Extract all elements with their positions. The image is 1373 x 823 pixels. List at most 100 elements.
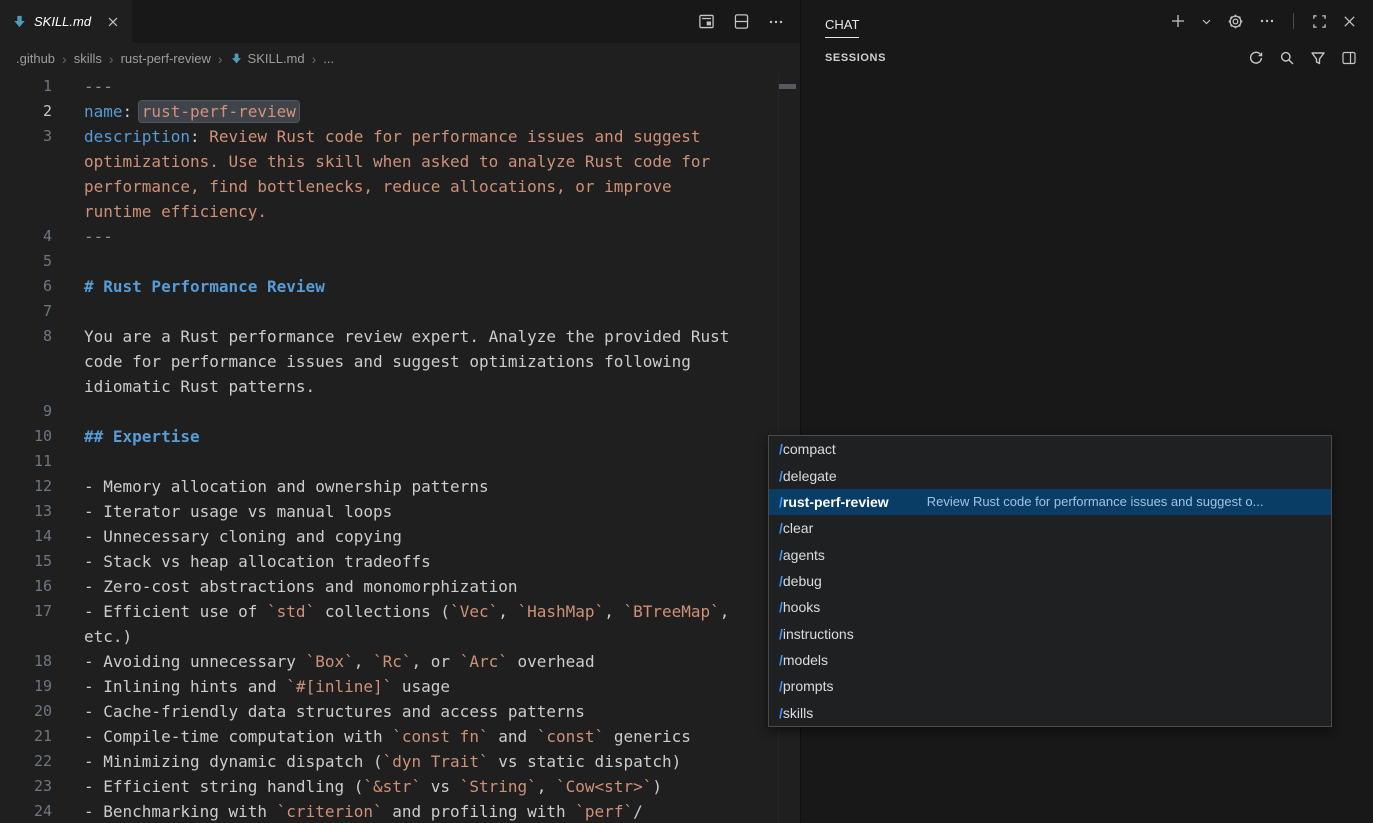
- new-chat-icon[interactable]: [1170, 13, 1186, 29]
- command-item-debug[interactable]: /debug: [769, 568, 1331, 594]
- tab-chat[interactable]: CHAT: [825, 5, 859, 38]
- line-content: - Benchmarking with `criterion` and prof…: [84, 799, 643, 823]
- code-token: ,: [354, 652, 373, 671]
- code-line[interactable]: performance, find bottlenecks, reduce al…: [0, 174, 800, 199]
- code-token: `perf`: [575, 802, 633, 821]
- line-content: optimizations. Use this skill when asked…: [84, 149, 710, 174]
- command-item-models[interactable]: /models: [769, 647, 1331, 673]
- code-line[interactable]: idiomatic Rust patterns.: [0, 374, 800, 399]
- chat-panel-header: CHAT: [801, 0, 1373, 42]
- line-content: - Avoiding unnecessary `Box`, `Rc`, or `…: [84, 649, 595, 674]
- close-panel-icon[interactable]: [1342, 14, 1357, 29]
- code-line[interactable]: 17- Efficient use of `std` collections (…: [0, 599, 800, 624]
- code-line[interactable]: 11: [0, 449, 800, 474]
- code-line[interactable]: 22- Minimizing dynamic dispatch (`dyn Tr…: [0, 749, 800, 774]
- code-line[interactable]: 15- Stack vs heap allocation tradeoffs: [0, 549, 800, 574]
- breadcrumb-item--[interactable]: ...: [323, 51, 334, 66]
- line-content: - Memory allocation and ownership patter…: [84, 474, 489, 499]
- code-line[interactable]: 23- Efficient string handling (`&str` vs…: [0, 774, 800, 799]
- code-line[interactable]: 10## Expertise: [0, 424, 800, 449]
- code-line[interactable]: 5: [0, 249, 800, 274]
- code-line[interactable]: 16- Zero-cost abstractions and monomorph…: [0, 574, 800, 599]
- code-line[interactable]: 13 - Iterator usage vs manual loops: [0, 499, 800, 524]
- command-item-skills[interactable]: /skills: [769, 700, 1331, 726]
- breadcrumb-item-rust-perf-review[interactable]: rust-perf-review: [121, 51, 211, 66]
- code-line[interactable]: runtime efficiency.: [0, 199, 800, 224]
- code-line[interactable]: 20- Cache-friendly data structures and a…: [0, 699, 800, 724]
- breadcrumb-separator: ›: [109, 51, 114, 67]
- code-token: - Efficient use of: [84, 602, 267, 621]
- breadcrumb-item-skill-md[interactable]: SKILL.md: [230, 51, 305, 66]
- split-view-icon[interactable]: [1341, 50, 1357, 66]
- command-item-agents[interactable]: /agents: [769, 541, 1331, 567]
- new-chat-dropdown-chevron-icon[interactable]: [1201, 16, 1212, 27]
- command-item-rust-perf-review[interactable]: /rust-perf-reviewReview Rust code for pe…: [769, 489, 1331, 515]
- code-line[interactable]: 19- Inlining hints and `#[inline]` usage: [0, 674, 800, 699]
- code-line[interactable]: 9: [0, 399, 800, 424]
- editor-content[interactable]: 1---2name: rust-perf-review3description:…: [0, 74, 800, 823]
- breadcrumb-label: SKILL.md: [248, 51, 305, 66]
- code-token: `const`: [537, 727, 604, 746]
- code-token: generics: [604, 727, 691, 746]
- code-line[interactable]: code for performance issues and suggest …: [0, 349, 800, 374]
- refresh-icon[interactable]: [1248, 50, 1264, 66]
- vscode-window: SKILL.md .github › skills › rust-perf-review…: [0, 0, 1373, 823]
- command-item-compact[interactable]: /compact: [769, 436, 1331, 462]
- code-line[interactable]: 12- Memory allocation and ownership patt…: [0, 474, 800, 499]
- code-line[interactable]: 4---: [0, 224, 800, 249]
- code-line[interactable]: 21- Compile-time computation with `const…: [0, 724, 800, 749]
- tab-skill-md[interactable]: SKILL.md: [0, 0, 132, 43]
- command-item-hooks[interactable]: /hooks: [769, 594, 1331, 620]
- code-token: optimizations. Use this skill when asked…: [84, 152, 710, 171]
- code-token: vs: [421, 777, 460, 796]
- more-actions-icon[interactable]: [768, 14, 784, 30]
- code-line[interactable]: 6 # Rust Performance Review: [0, 274, 800, 299]
- maximize-panel-icon[interactable]: [1312, 14, 1327, 29]
- command-item-clear[interactable]: /clear: [769, 515, 1331, 541]
- code-line[interactable]: 2name: rust-perf-review: [0, 99, 800, 124]
- breadcrumb-item-skills[interactable]: skills: [74, 51, 102, 66]
- code-line[interactable]: optimizations. Use this skill when asked…: [0, 149, 800, 174]
- code-line[interactable]: 24 - Benchmarking with `criterion` and pr…: [0, 799, 800, 823]
- line-content: - Zero-cost abstractions and monomorphiz…: [84, 574, 517, 599]
- code-line[interactable]: 8You are a Rust performance review exper…: [0, 324, 800, 349]
- command-item-prompts[interactable]: /prompts: [769, 673, 1331, 699]
- code-line[interactable]: 18- Avoiding unnecessary `Box`, `Rc`, or…: [0, 649, 800, 674]
- breadcrumb-separator: ›: [218, 51, 223, 67]
- settings-gear-icon[interactable]: [1227, 13, 1244, 30]
- code-token: - Zero-cost abstractions and monomorphiz…: [84, 577, 517, 596]
- line-content: ---: [84, 224, 113, 249]
- line-number: 13: [0, 499, 52, 524]
- code-line[interactable]: 1---: [0, 74, 800, 99]
- open-preview-icon[interactable]: [698, 13, 715, 30]
- code-token: vs static dispatch): [489, 752, 682, 771]
- line-number: 3: [0, 124, 52, 149]
- line-number: 5: [0, 249, 52, 274]
- line-number: 24: [0, 799, 52, 823]
- command-item-instructions[interactable]: /instructions: [769, 621, 1331, 647]
- line-content: ## Expertise: [84, 424, 200, 449]
- line-number: 2: [0, 99, 52, 124]
- code-line[interactable]: 14- Unnecessary cloning and copying: [0, 524, 800, 549]
- more-options-icon[interactable]: [1259, 13, 1275, 29]
- code-line[interactable]: 7: [0, 299, 800, 324]
- breadcrumb-label: .github: [16, 51, 55, 66]
- code-token: `HashMap`: [518, 602, 605, 621]
- command-item-delegate[interactable]: /delegate: [769, 462, 1331, 488]
- code-line[interactable]: 3description: Review Rust code for perfo…: [0, 124, 800, 149]
- split-editor-icon[interactable]: [733, 13, 750, 30]
- code-token: # Rust Performance Review: [84, 277, 325, 296]
- line-content: performance, find bottlenecks, reduce al…: [84, 174, 672, 199]
- line-number: 8: [0, 324, 52, 349]
- code-line[interactable]: etc.): [0, 624, 800, 649]
- line-content: - Iterator usage vs manual loops: [84, 499, 392, 524]
- search-icon[interactable]: [1279, 50, 1295, 66]
- line-content: ---: [84, 74, 113, 99]
- filter-icon[interactable]: [1310, 50, 1326, 66]
- code-token: `Cow<str>`: [556, 777, 652, 796]
- code-token: `criterion`: [277, 802, 383, 821]
- breadcrumb-item--github[interactable]: .github: [16, 51, 55, 66]
- markdown-file-icon: [12, 14, 27, 29]
- line-number: 6: [0, 274, 52, 299]
- close-tab-icon[interactable]: [106, 15, 120, 29]
